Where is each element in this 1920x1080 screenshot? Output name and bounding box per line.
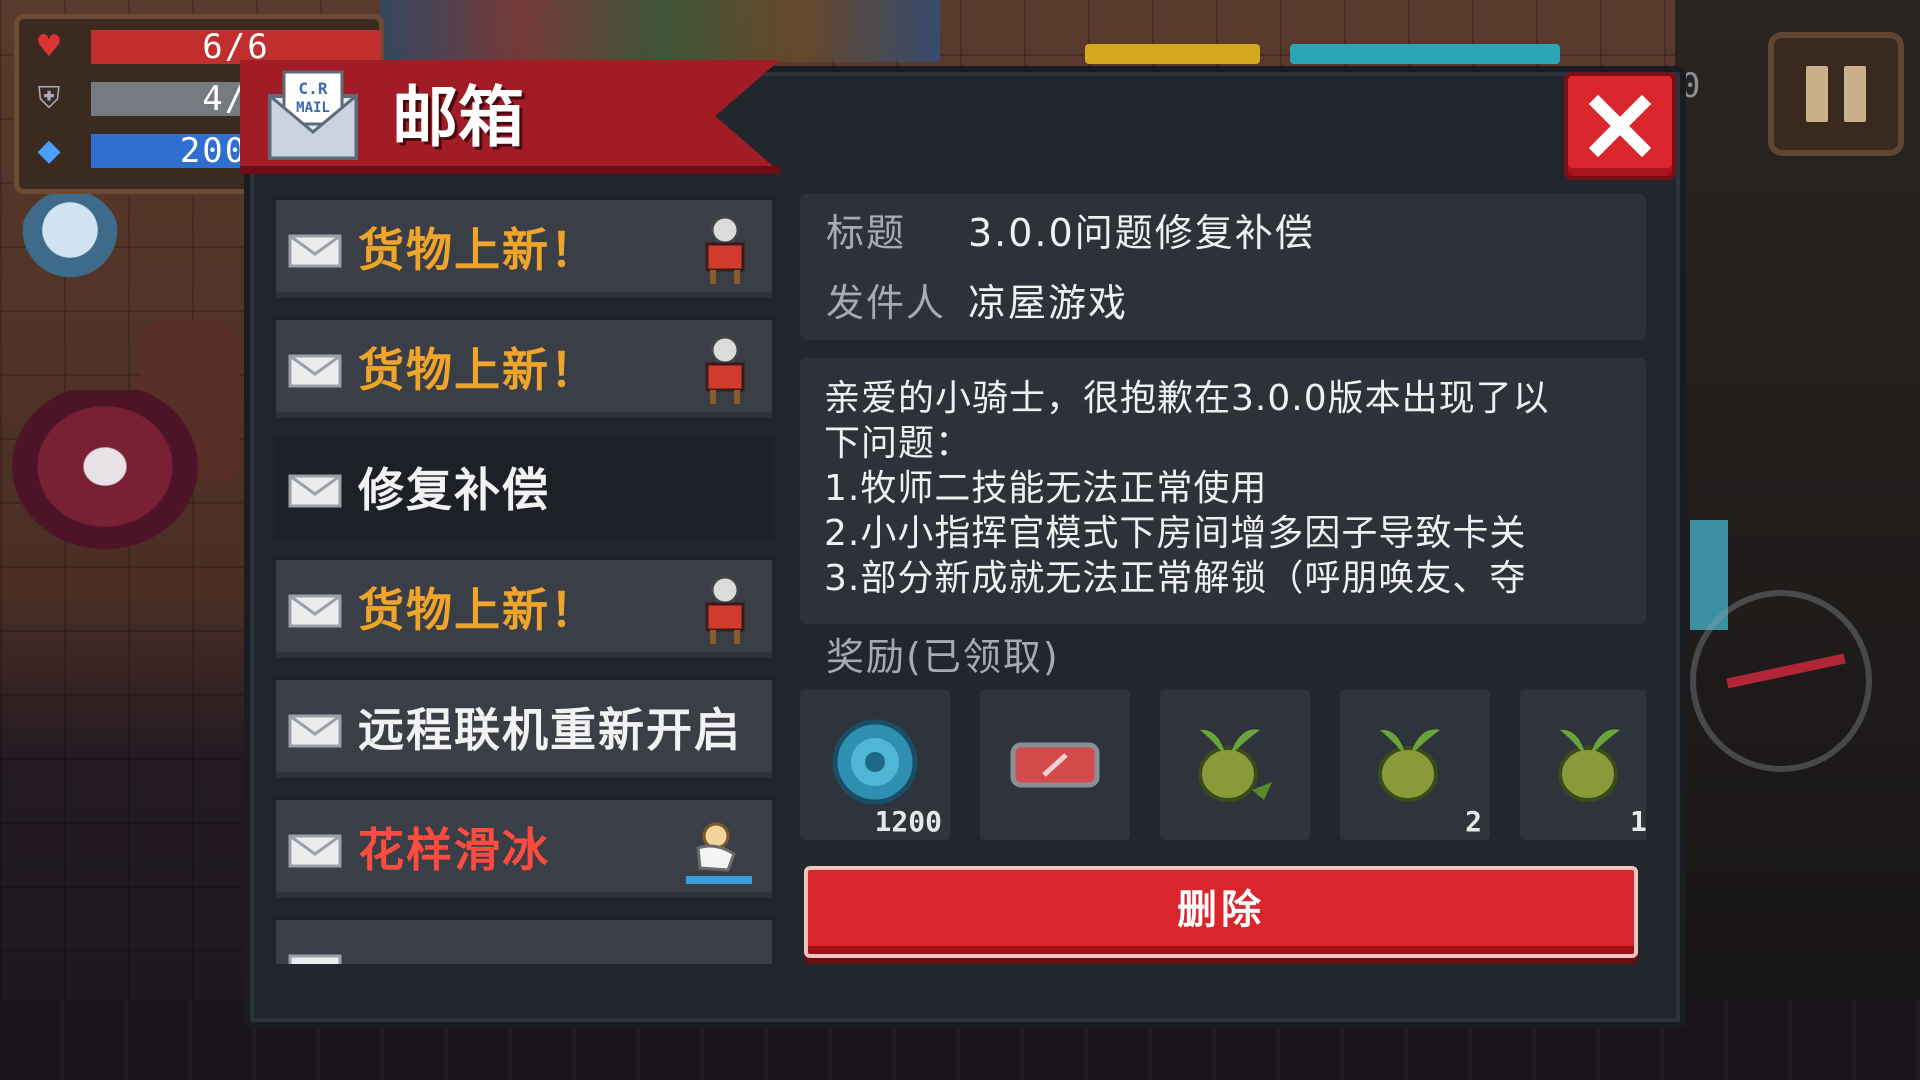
mail-item[interactable]: 货物上新！ (272, 196, 776, 302)
pause-icon-bar-left (1806, 66, 1828, 122)
mail-item[interactable]: 货物上新！ (272, 316, 776, 422)
vampire-bat-character (0, 390, 210, 560)
skater-icon (686, 822, 752, 884)
energy-crystal-icon: ◆ (37, 133, 61, 168)
yellow-progress-bar (1085, 44, 1260, 64)
reward-slot[interactable] (1160, 690, 1310, 840)
envelope-icon (288, 834, 342, 868)
pause-button[interactable] (1768, 32, 1904, 156)
reward-count: 1200 (874, 805, 942, 838)
mail-body-line: 2.小小指挥官模式下房间增多因子导致卡关 (824, 513, 1527, 554)
svg-text:C.R: C.R (299, 79, 328, 98)
merchant-icon (705, 215, 745, 284)
reward-slot[interactable]: 1 (1520, 690, 1646, 840)
mail-body-line: 亲爱的小骑士，很抱歉在3.0.0版本出现了以 (824, 378, 1550, 419)
mail-item-label: 货物上新！ (358, 343, 598, 397)
envelope-icon (288, 474, 342, 508)
mail-item[interactable]: 远程联机重新开启 (272, 676, 776, 782)
envelope-icon (288, 594, 342, 628)
cyan-progress-bar (1290, 44, 1560, 64)
reward-slot[interactable]: 2 (1340, 690, 1490, 840)
heart-icon: ♥ (35, 29, 63, 64)
shield-icon: ⛨ (37, 81, 61, 116)
mail-body-line: 3.部分新成就无法正常解锁（呼朋唤友、夺 (824, 558, 1527, 599)
seed-pouch-icon (1198, 729, 1272, 802)
mail-body-line: 1.牧师二技能无法正常使用 (824, 468, 1268, 509)
title-banner-shadow (240, 166, 780, 174)
mail-list[interactable]: 货物上新！ 货物上新！ 修复补偿 货物上新！ 远程联机重新开启 花样滑冰 (272, 196, 776, 964)
mail-body-line: 下问题： (824, 423, 973, 464)
shop-shelf-background (380, 0, 940, 62)
mail-body-panel[interactable]: 亲爱的小骑士，很抱歉在3.0.0版本出现了以 下问题： 1.牧师二技能无法正常使… (800, 358, 1646, 624)
merchant-icon (705, 575, 745, 644)
weapon-switch-icon[interactable] (1690, 590, 1872, 772)
knight-character (20, 190, 120, 290)
reward-slot[interactable]: 1200 (800, 690, 950, 840)
mail-item[interactable]: 花样滑冰 (272, 796, 776, 902)
delete-button[interactable]: 删除 (804, 866, 1638, 958)
reward-count: 1 (1630, 805, 1646, 838)
reward-list[interactable]: 1200 2 1 (800, 690, 1646, 840)
envelope-icon (288, 234, 342, 268)
close-x-icon (1588, 94, 1652, 158)
title-field-value: 3.0.0问题修复补偿 (968, 211, 1315, 255)
mail-item-label: 远程联机重新开启 (358, 703, 742, 757)
title-field-label: 标题 (826, 211, 907, 255)
pause-icon-bar-right (1844, 66, 1866, 122)
mail-item-label: 修复补偿 (358, 463, 550, 517)
health-row: ♥ 6/6 (31, 29, 381, 65)
reward-section-title: 奖励(已领取) (826, 635, 1060, 679)
seed-pouch-icon (1558, 729, 1620, 802)
mail-item-partial[interactable] (272, 916, 776, 964)
dialog-title: 邮箱 (392, 79, 524, 156)
close-button[interactable] (1564, 72, 1676, 180)
mail-item-selected[interactable]: 修复补偿 (272, 436, 776, 542)
mail-item-label: 货物上新！ (358, 583, 598, 637)
envelope-icon (288, 354, 342, 388)
game-scene: 0 ♥ 6/6 ⛨ 4/4 ◆ 200/2 C.R MAIL 邮箱 货物上新！ … (0, 0, 1920, 1080)
sender-field-label: 发件人 (826, 281, 947, 325)
svg-text:MAIL: MAIL (296, 100, 330, 116)
health-value: 6/6 (91, 30, 381, 64)
mail-letter-icon: C.R MAIL (268, 70, 358, 160)
mail-item[interactable]: 货物上新！ (272, 556, 776, 662)
ticket-icon (1010, 742, 1100, 788)
envelope-icon (288, 714, 342, 748)
merchant-icon (705, 335, 745, 404)
envelope-icon (288, 954, 342, 964)
mail-header-panel: 标题 3.0.0问题修复补偿 发件人 凉屋游戏 (800, 194, 1646, 340)
reward-slot[interactable] (980, 690, 1130, 840)
mail-item-label: 货物上新！ (358, 223, 598, 277)
reward-count: 2 (1465, 805, 1482, 838)
sender-field-value: 凉屋游戏 (968, 281, 1129, 325)
